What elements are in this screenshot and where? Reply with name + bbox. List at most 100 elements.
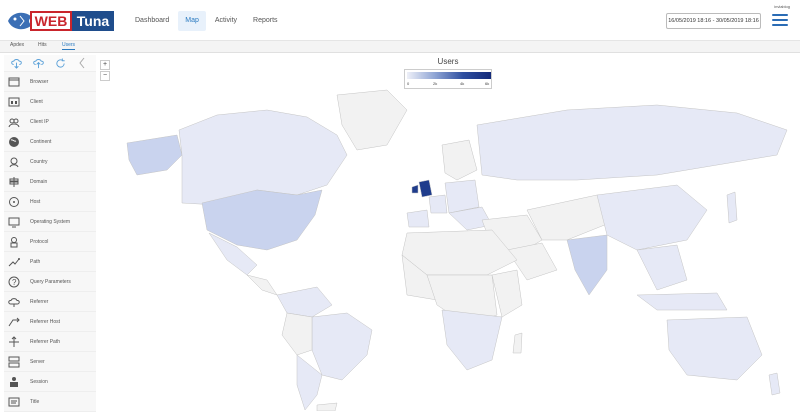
- country-india[interactable]: [566, 234, 608, 296]
- legend-tick: 0: [407, 81, 410, 86]
- tab-apdex[interactable]: Apdex: [10, 42, 24, 48]
- sidebar-item-path[interactable]: Path: [4, 252, 96, 272]
- country-ireland[interactable]: [411, 184, 419, 194]
- upload-icon[interactable]: [32, 57, 44, 69]
- country-alaska[interactable]: [126, 134, 183, 176]
- sidebar-item-label: Query Parameters: [30, 278, 71, 285]
- sidebar-item-domain[interactable]: Domain: [4, 172, 96, 192]
- browser-icon: [4, 72, 24, 92]
- cloud-icon: [4, 292, 24, 312]
- signpost-icon: [4, 172, 24, 192]
- map-legend: 0 2k 4k 6k: [404, 69, 492, 89]
- legend-gradient: [407, 72, 491, 79]
- nav-map[interactable]: Map: [178, 11, 206, 31]
- country-brazil[interactable]: [311, 312, 373, 381]
- tab-hits[interactable]: Hits: [38, 42, 47, 48]
- svg-text:?: ?: [12, 278, 17, 287]
- sidebar-item-browser[interactable]: Browser: [4, 72, 96, 92]
- country-madagascar[interactable]: [512, 332, 523, 354]
- legend-tick: 4k: [460, 81, 465, 86]
- sidebar-item-label: Server: [30, 358, 45, 365]
- country-southern-africa[interactable]: [441, 309, 503, 371]
- country-colombia-venezuela[interactable]: [276, 286, 333, 318]
- nav-activity[interactable]: Activity: [208, 11, 244, 31]
- country-iberia[interactable]: [406, 209, 430, 228]
- refresh-icon[interactable]: [54, 57, 66, 69]
- sidebar-item-server[interactable]: Server: [4, 352, 96, 372]
- sidebar-item-query-parameters[interactable]: ? Query Parameters: [4, 272, 96, 292]
- logo-web-text: WEB: [30, 11, 72, 31]
- sidebar-item-operating-system[interactable]: Operating System: [4, 212, 96, 232]
- tab-users[interactable]: Users: [62, 42, 76, 50]
- country-central-europe[interactable]: [444, 179, 480, 214]
- sidebar-item-referrer-host[interactable]: Referrer Host: [4, 312, 96, 332]
- sidebar-item-continent[interactable]: Continent: [4, 132, 96, 152]
- country-china[interactable]: [596, 184, 708, 251]
- sidebar-item-label: Referrer Host: [30, 318, 61, 325]
- sidebar-item-label: Country: [30, 158, 48, 165]
- sidebar-item-label: Protocol: [30, 238, 49, 245]
- sidebar-item-label: Host: [30, 198, 41, 205]
- server-icon: [4, 352, 24, 372]
- sidebar-item-client-ip[interactable]: Client IP: [4, 112, 96, 132]
- download-icon[interactable]: [10, 57, 22, 69]
- referrer-path-icon: [4, 332, 24, 352]
- sidebar-item-referrer[interactable]: Referrer: [4, 292, 96, 312]
- country-france[interactable]: [428, 194, 448, 214]
- dimension-sidebar: Browser Client Client IP Continent Country Do…: [4, 55, 96, 412]
- legend-tick: 2k: [433, 81, 438, 86]
- collapse-icon[interactable]: [76, 57, 88, 69]
- question-icon: ?: [4, 272, 24, 292]
- country-se-asia[interactable]: [636, 244, 688, 291]
- nav-dashboard[interactable]: Dashboard: [128, 11, 176, 31]
- country-scandinavia[interactable]: [441, 139, 478, 181]
- top-bar: WEB Tuna Dashboard Map Activity Reports …: [0, 0, 800, 41]
- sidebar-item-label: Domain: [30, 178, 48, 185]
- country-japan[interactable]: [726, 191, 738, 224]
- country-new-zealand[interactable]: [768, 372, 781, 396]
- sidebar-item-label: Referrer: [30, 298, 49, 305]
- menu-icon[interactable]: [772, 14, 788, 26]
- sidebar-item-label: Session: [30, 378, 48, 385]
- sidebar-item-client[interactable]: Client: [4, 92, 96, 112]
- nav-reports[interactable]: Reports: [246, 11, 285, 31]
- logo-tuna-text: Tuna: [72, 11, 114, 31]
- country-peru-bolivia[interactable]: [281, 312, 313, 356]
- client-ip-icon: [4, 112, 24, 132]
- country-australia[interactable]: [666, 316, 763, 381]
- world-map[interactable]: [97, 55, 800, 412]
- date-range-picker[interactable]: 16/05/2019 18:16 - 30/05/2019 18:16: [666, 13, 761, 29]
- country-indonesia[interactable]: [636, 292, 728, 311]
- host-icon: [4, 192, 24, 212]
- sidebar-item-title[interactable]: Title: [4, 392, 96, 412]
- path-icon: [4, 252, 24, 272]
- title-icon: [4, 392, 24, 412]
- country-antarctica-tip[interactable]: [316, 402, 338, 412]
- sidebar-list: Browser Client Client IP Continent Country Do…: [4, 72, 96, 412]
- zoom-out-button[interactable]: −: [100, 71, 110, 81]
- sidebar-item-label: Client IP: [30, 118, 49, 125]
- client-icon: [4, 92, 24, 112]
- webtuna-logo[interactable]: WEB Tuna: [6, 8, 114, 34]
- user-name[interactable]: invlablog: [774, 4, 790, 9]
- country-uk[interactable]: [418, 179, 433, 198]
- zoom-in-button[interactable]: +: [100, 60, 110, 70]
- country-russia[interactable]: [476, 104, 788, 181]
- referrer-host-icon: [4, 312, 24, 332]
- sidebar-item-protocol[interactable]: Protocol: [4, 232, 96, 252]
- sidebar-item-label: Client: [30, 98, 43, 105]
- sidebar-item-label: Path: [30, 258, 41, 265]
- sidebar-item-label: Operating System: [30, 218, 71, 225]
- sidebar-item-country[interactable]: Country: [4, 152, 96, 172]
- sidebar-item-referrer-path[interactable]: Referrer Path: [4, 332, 96, 352]
- main-nav: Dashboard Map Activity Reports: [128, 11, 287, 31]
- globe-icon: [4, 132, 24, 152]
- sidebar-toolbar: [4, 55, 96, 72]
- sidebar-item-host[interactable]: Host: [4, 192, 96, 212]
- country-central-america[interactable]: [246, 274, 278, 296]
- map-title: Users: [437, 57, 459, 66]
- country-icon: [4, 152, 24, 172]
- sidebar-item-session[interactable]: Session: [4, 372, 96, 392]
- sidebar-item-label: Browser: [30, 78, 49, 85]
- country-greenland[interactable]: [336, 89, 408, 151]
